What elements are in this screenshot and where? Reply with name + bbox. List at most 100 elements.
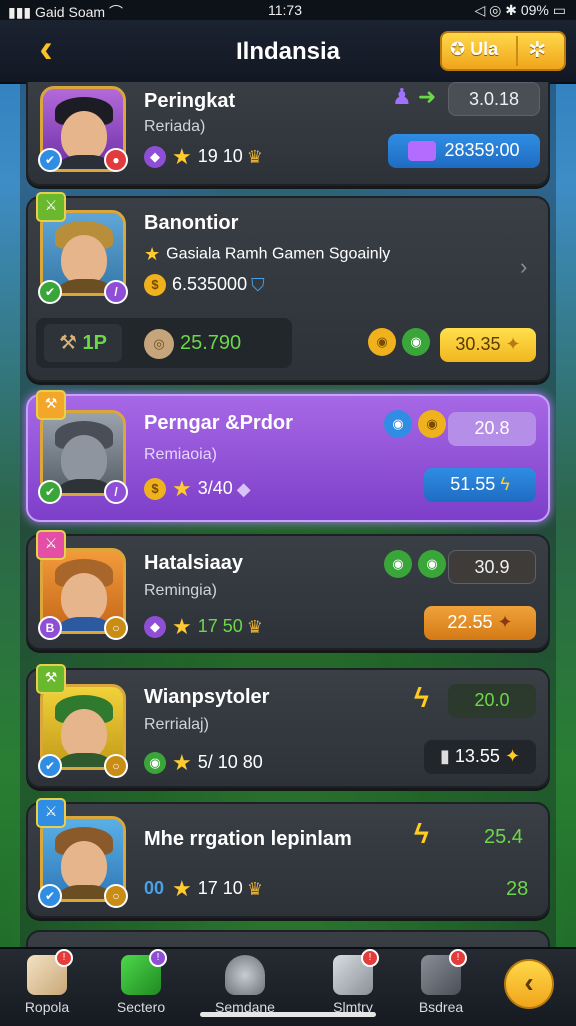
player-card[interactable]: ⚔ ✔ / Banontior ★ Gasiala Ramh Gamen Sgoa… — [26, 192, 550, 382]
star-icon: ★ — [144, 244, 161, 264]
home-indicator — [200, 1012, 376, 1017]
player-card-partial[interactable] — [26, 930, 550, 947]
player-stats: $ ★ 3/40 ◆ — [144, 476, 251, 502]
card-icon: ▮ — [439, 746, 450, 766]
rank-badge-icon: ✔ — [38, 148, 62, 172]
player-stats: ◉ ★ 5/ 10 80 — [144, 750, 263, 776]
rank-badge-icon: ✔ — [38, 754, 62, 778]
rank-badge-icon: ✔ — [38, 884, 62, 908]
cart-icon: ! — [421, 949, 467, 995]
ticket-icon — [408, 141, 437, 162]
clock: 11:73 — [268, 2, 302, 18]
shield-icon: ⛉ — [251, 274, 265, 295]
gold-token-icon: ◉ — [368, 328, 396, 357]
chest-icon: ! — [333, 949, 379, 995]
crown-icon: ♛ — [246, 616, 263, 637]
price-button[interactable]: ▮ 13.55 ✦ — [424, 740, 536, 774]
boot-icon: ⚒ — [59, 332, 77, 354]
player-card[interactable]: ✔ ● Peringkat Reriada) ◆ ★ 19 10 ♛ ♟ ➜ 3.0.1… — [26, 82, 550, 186]
nav-item-ropola[interactable]: ! Ropola — [2, 949, 92, 1015]
green-token-icon: ◉ — [384, 550, 412, 579]
player-name: Banontior — [144, 212, 239, 234]
chevron-action-button[interactable]: ‹ — [504, 959, 554, 1009]
player-subtitle: ★ Gasiala Ramh Gamen Sgoainly — [144, 244, 391, 264]
player-stats: ◆ ★ 17 50 ♛ — [144, 614, 263, 640]
price-button[interactable]: 30.35 ✦ — [440, 328, 536, 362]
player-name: Mhe rrgation lepinlam — [144, 828, 352, 850]
notification-badge: ! — [55, 949, 73, 967]
upgrade-icon: ✦ — [505, 334, 521, 354]
blue-token-icon: ◉ — [384, 410, 412, 439]
player-list[interactable]: ✔ ● Peringkat Reriada) ◆ ★ 19 10 ♛ ♟ ➜ 3.0.1… — [20, 82, 556, 947]
star-icon: ★ — [172, 614, 192, 639]
value-label: ◎ 25.790 — [144, 326, 241, 360]
player-stats: ◆ ★ 19 10 ♛ — [144, 144, 263, 170]
coin-count: 00 — [144, 877, 165, 898]
arrow-icon: ➜ — [417, 84, 437, 109]
flag-badge-icon: ● — [104, 148, 128, 172]
level-badge-icon: ⚒ — [36, 390, 66, 420]
nav-item-sectero[interactable]: ! Sectero — [96, 949, 186, 1015]
ring-badge-icon: ○ — [104, 884, 128, 908]
rating-value: 25.4 — [484, 826, 523, 848]
nav-item-bsdrea[interactable]: ! Bsdrea — [396, 949, 486, 1015]
player-subtitle: Remiaoia) — [144, 446, 217, 463]
level-badge-icon: ⚔ — [36, 798, 66, 828]
gear-icon: ✲ — [528, 37, 547, 62]
rating-pill: 30.9 — [448, 550, 536, 584]
green-token-icon: ◉ — [144, 752, 166, 774]
price-button[interactable]: 28359:00 — [388, 134, 540, 168]
player-stats: 00 ★ 17 10 ♛ — [144, 876, 263, 901]
position-tag: ⚒ 1P — [44, 324, 122, 362]
mail-icon: ! — [27, 949, 73, 995]
rewards-button[interactable]: ✪ Ula — [450, 39, 498, 60]
sword-badge-icon: / — [104, 480, 128, 504]
bolt-icon: ϟ — [414, 682, 429, 713]
boost-icons: ♟ ➜ — [392, 84, 436, 110]
price-button[interactable]: 22.55 ✦ — [424, 606, 536, 640]
green-token-icon: ◉ — [418, 550, 446, 579]
green-token-icon: ◉ — [402, 328, 430, 357]
stats-panel: ⚒ 1P ◎ 25.790 — [36, 318, 292, 368]
notification-badge: ! — [449, 949, 467, 967]
status-bar: ▮▮▮ Gaid Soam ⌒ 11:73 ◁ ◎ ✱ 09% ▭ — [0, 0, 576, 20]
orb-icon: ◆ — [144, 616, 166, 638]
gold-token-icon: ◉ — [418, 410, 446, 439]
carrier-label: ▮▮▮ Gaid Soam ⌒ — [8, 4, 123, 20]
rank-badge-icon: ✔ — [38, 480, 62, 504]
nav-item-slmtry[interactable]: ! Slmtry — [308, 949, 398, 1015]
player-name: Perngar &Prdor — [144, 412, 293, 434]
star-icon: ★ — [172, 750, 192, 775]
player-name: Hatalsiaay — [144, 552, 243, 574]
settings-button[interactable]: ✲ — [528, 37, 546, 63]
level-badge-icon: ⚔ — [36, 192, 66, 222]
bolt-icon: ϟ — [414, 818, 429, 849]
ring-badge-icon: ○ — [104, 616, 128, 640]
rating-pill: 20.0 — [448, 684, 536, 718]
price-button[interactable]: 51.55 ϟ — [424, 468, 536, 502]
rank-badge-icon: ✔ — [38, 280, 62, 304]
player-card[interactable]: ⚔ ✔ ○ Mhe rrgation lepinlam 00 ★ 17 10 ♛ ϟ … — [26, 798, 550, 918]
nav-item-semdane[interactable]: Semdane — [200, 955, 290, 1015]
ball-icon: ◎ — [144, 328, 174, 359]
coin-icon: $ — [144, 274, 166, 297]
player-name: Peringkat — [144, 90, 236, 112]
token-icons: ◉ ◉ — [384, 410, 452, 439]
crown-icon: ♛ — [246, 146, 263, 167]
potion-icon: ♟ — [392, 84, 412, 109]
rating-pill: 20.8 — [448, 412, 536, 446]
player-card-selected[interactable]: ⚒ ✔ / Perngar &Prdor Remiaoia) $ ★ 3/40 ◆ ◉… — [26, 390, 550, 522]
level-badge-icon: ⚔ — [36, 530, 66, 560]
notification-badge: ! — [149, 949, 167, 967]
upgrade-icon: ✦ — [497, 612, 513, 632]
player-card[interactable]: ⚒ ✔ ○ Wianpsytoler Rerrialaj) ◉ ★ 5/ 10 80… — [26, 664, 550, 788]
player-subtitle: Reriada) — [144, 118, 206, 135]
gem-icon: ◆ — [236, 478, 251, 499]
player-card[interactable]: ⚔ B ○ Hatalsiaay Remingia) ◆ ★ 17 50 ♛ ◉ ◉ 3… — [26, 530, 550, 650]
upgrade-icon: ✦ — [504, 746, 521, 766]
token-icons: ◉ ◉ — [368, 328, 436, 357]
top-bar: ‹ Ilndansia ✪ Ula ✲ — [0, 20, 576, 84]
token-icons: ◉ ◉ — [384, 550, 452, 579]
player-subtitle: Remingia) — [144, 582, 217, 599]
chevron-right-icon[interactable]: › — [520, 254, 527, 280]
